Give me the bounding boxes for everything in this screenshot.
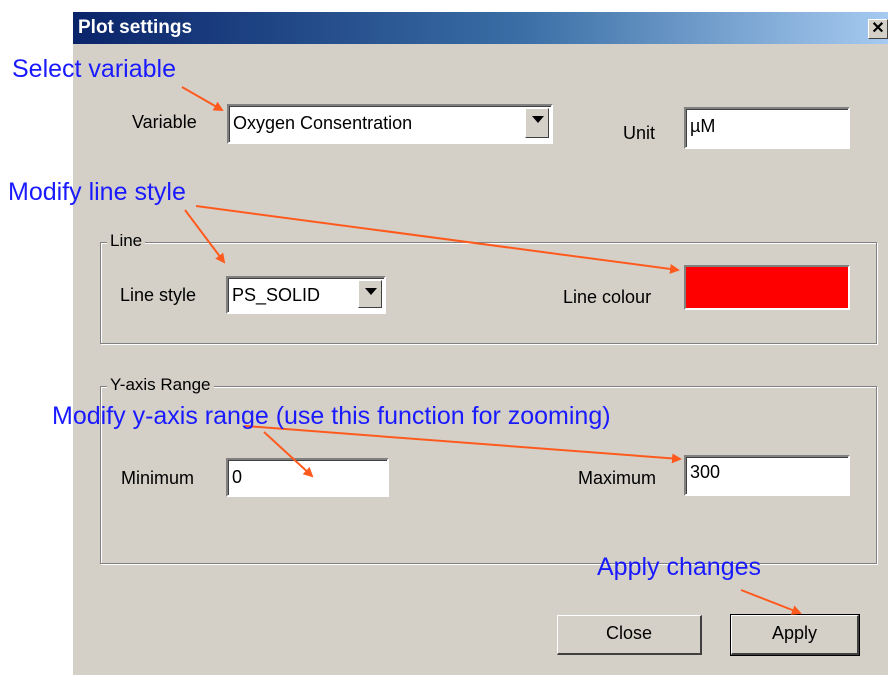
maximum-label: Maximum [578, 468, 657, 488]
minimum-label: Minimum [121, 468, 195, 488]
line-colour-label: Line colour [563, 287, 652, 307]
line-group-title: Line [107, 231, 146, 251]
unit-field-value: µM [690, 116, 716, 136]
annotation-modify-line-style: Modify line style [8, 178, 186, 206]
maximum-field[interactable]: 300 [684, 455, 850, 496]
chevron-down-icon [365, 288, 377, 295]
unit-field[interactable]: µM [684, 107, 850, 149]
minimum-field[interactable]: 0 [226, 458, 389, 497]
unit-label: Unit [623, 123, 656, 143]
minimum-field-value: 0 [232, 467, 243, 487]
line-colour-swatch[interactable] [684, 265, 850, 310]
line-style-value: PS_SOLID [232, 285, 321, 305]
variable-dropdown-button[interactable] [525, 108, 549, 138]
line-style-dropdown-button[interactable] [358, 280, 382, 308]
close-button[interactable]: Close [557, 615, 702, 655]
variable-select-value: Oxygen Consentration [233, 113, 413, 133]
maximum-field-value: 300 [690, 462, 721, 482]
close-icon[interactable]: ✕ [868, 19, 888, 39]
dialog-title: Plot settings [78, 17, 193, 38]
variable-select[interactable]: Oxygen Consentration [227, 104, 553, 144]
yaxis-group-title: Y-axis Range [107, 375, 214, 395]
apply-button[interactable]: Apply [730, 614, 860, 656]
annotation-select-variable: Select variable [12, 55, 176, 83]
annotation-apply-changes: Apply changes [597, 553, 762, 581]
variable-label: Variable [132, 112, 197, 132]
chevron-down-icon [532, 116, 544, 123]
line-style-label: Line style [120, 285, 197, 305]
title-bar[interactable]: Plot settings ✕ [73, 12, 888, 44]
annotation-modify-yaxis: Modify y-axis range (use this function f… [52, 402, 611, 430]
